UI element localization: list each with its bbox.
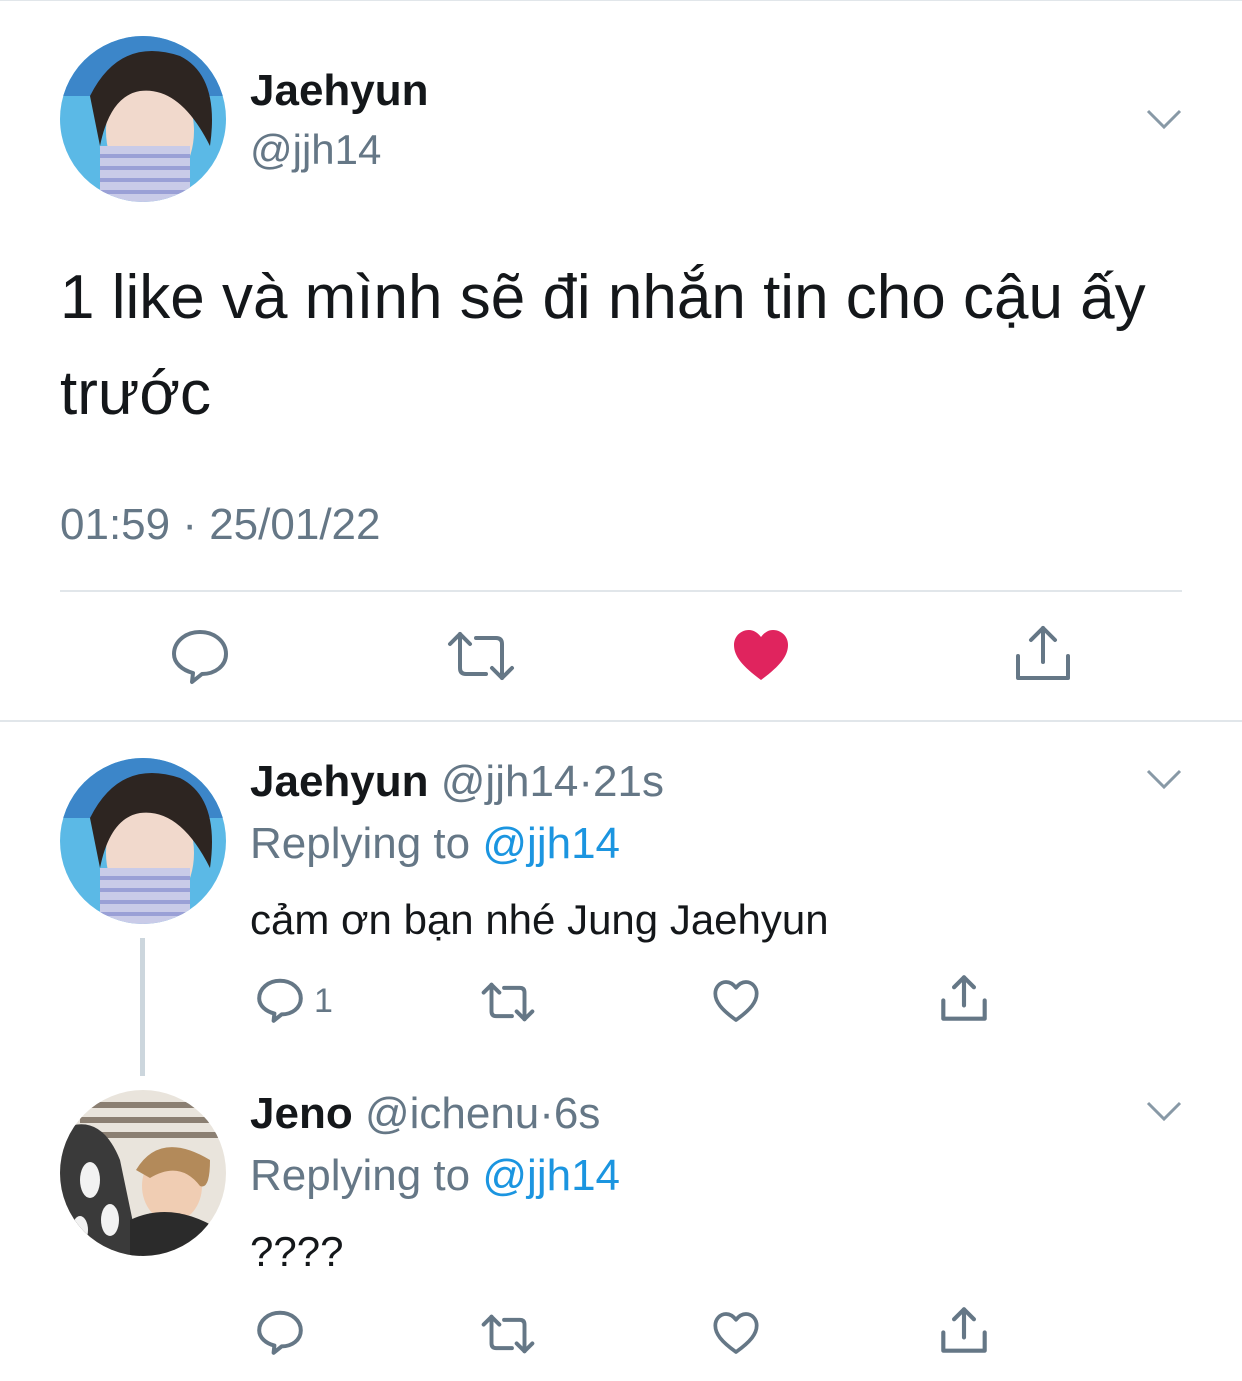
author-handle[interactable]: @jjh14 [250,126,381,174]
avatar[interactable] [60,36,226,202]
share-icon[interactable] [940,1306,988,1354]
tweet-text-line2: trước [60,359,212,428]
reply-avatar[interactable] [60,758,226,924]
heart-icon[interactable] [712,1310,760,1356]
retweet-icon[interactable] [480,1312,536,1356]
share-icon[interactable] [1014,624,1072,682]
tweet-text-line1: 1 like và mình sẽ đi nhắn tin cho cậu ấy [60,263,1146,332]
reply-text: cảm ơn bạn nhé Jung Jaehyun [250,896,829,943]
reply-author-handle[interactable]: @jjh14 [441,757,579,806]
replying-to: Replying to @jjh14 [250,1150,620,1202]
chevron-down-icon[interactable] [1146,768,1182,790]
reply-icon[interactable] [256,1308,304,1356]
thread-line [140,938,145,1076]
replying-label: Replying to [250,1151,471,1200]
section-divider [0,720,1242,722]
actions-divider [60,590,1182,592]
reply-icon[interactable] [170,626,230,686]
retweet-icon[interactable] [480,980,536,1024]
share-icon[interactable] [940,974,988,1022]
reply-sep: · [578,757,594,806]
reply-author-name[interactable]: Jaehyun [250,757,429,806]
reply-author-name[interactable]: Jeno [250,1089,353,1138]
replying-handle-link[interactable]: @jjh14 [482,1151,620,1200]
chevron-down-icon[interactable] [1146,108,1182,130]
reply-author-handle[interactable]: @ichenu [365,1089,539,1138]
heart-filled-icon[interactable] [732,628,790,682]
top-divider [0,0,1242,1]
retweet-icon[interactable] [446,628,516,684]
reply-header: Jaehyun @jjh14·21s [250,756,664,808]
reply-time[interactable]: 21s [593,757,664,806]
reply-text: ???? [250,1228,344,1275]
author-name[interactable]: Jaehyun [250,66,429,116]
reply-icon[interactable] [256,976,304,1024]
reply-avatar[interactable] [60,1090,226,1256]
replying-label: Replying to [250,819,471,868]
chevron-down-icon[interactable] [1146,1100,1182,1122]
tweet-timestamp[interactable]: 01:59 · 25/01/22 [60,500,380,550]
reply-sep: · [539,1089,554,1138]
reply-time[interactable]: 6s [554,1089,600,1138]
replying-handle-link[interactable]: @jjh14 [482,819,620,868]
tweet-text: 1 like và mình sẽ đi nhắn tin cho cậu ấy… [60,250,1200,442]
heart-icon[interactable] [712,978,760,1024]
reply-header: Jeno @ichenu·6s [250,1088,600,1140]
replying-to: Replying to @jjh14 [250,818,620,870]
reply-count: 1 [314,982,333,1020]
